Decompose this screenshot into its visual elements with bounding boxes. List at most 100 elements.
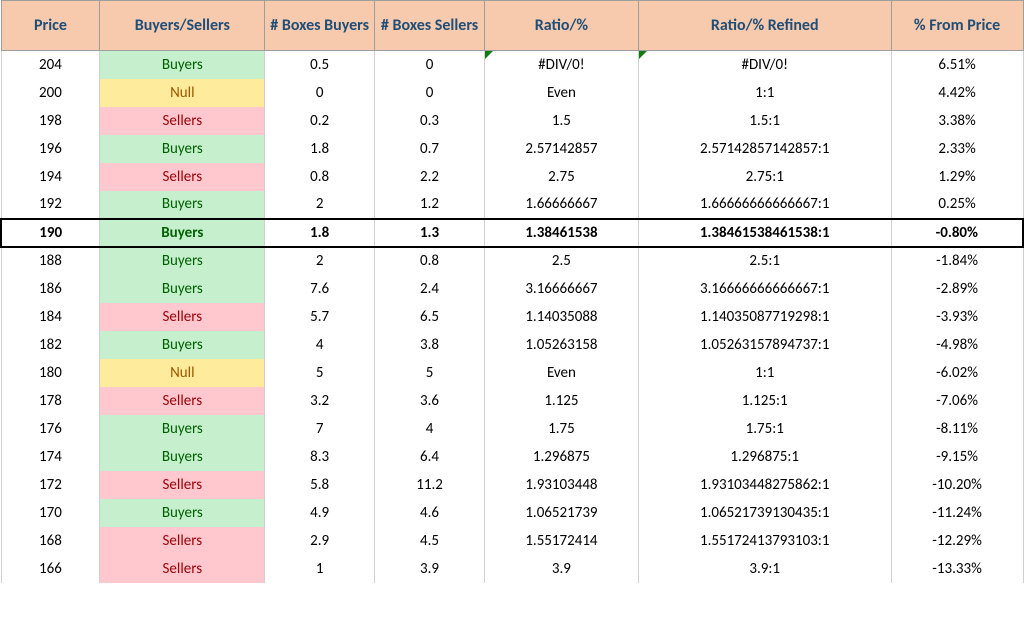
header-buyers-sellers[interactable]: Buyers/Sellers: [100, 1, 265, 51]
cell-buyers-sellers[interactable]: Buyers: [100, 443, 265, 471]
cell-ratio-refined[interactable]: 1:1: [638, 79, 891, 107]
cell-pct-from-price[interactable]: -11.24%: [891, 499, 1023, 527]
cell-boxes-buyers[interactable]: 0: [265, 79, 375, 107]
cell-boxes-buyers[interactable]: 0.8: [265, 163, 375, 191]
header-pct-from-price[interactable]: % From Price: [891, 1, 1023, 51]
cell-boxes-buyers[interactable]: 1.8: [265, 219, 375, 247]
cell-ratio-refined[interactable]: 2.5:1: [638, 247, 891, 275]
cell-pct-from-price[interactable]: 2.33%: [891, 135, 1023, 163]
cell-boxes-buyers[interactable]: 5.8: [265, 471, 375, 499]
cell-buyers-sellers[interactable]: Null: [100, 359, 265, 387]
cell-boxes-buyers[interactable]: 3.2: [265, 387, 375, 415]
cell-pct-from-price[interactable]: 4.42%: [891, 79, 1023, 107]
cell-pct-from-price[interactable]: -0.80%: [891, 219, 1023, 247]
cell-ratio[interactable]: 3.16666667: [485, 275, 639, 303]
cell-boxes-sellers[interactable]: 6.4: [375, 443, 485, 471]
cell-boxes-sellers[interactable]: 1.2: [375, 191, 485, 219]
cell-boxes-buyers[interactable]: 1.8: [265, 135, 375, 163]
cell-ratio[interactable]: 1.66666667: [485, 191, 639, 219]
header-ratio-refined[interactable]: Ratio/% Refined: [638, 1, 891, 51]
cell-boxes-sellers[interactable]: 3.6: [375, 387, 485, 415]
cell-buyers-sellers[interactable]: Buyers: [100, 135, 265, 163]
cell-ratio[interactable]: 2.75: [485, 163, 639, 191]
cell-ratio-refined[interactable]: 1.06521739130435:1: [638, 499, 891, 527]
cell-boxes-buyers[interactable]: 5: [265, 359, 375, 387]
cell-price[interactable]: 192: [1, 191, 100, 219]
cell-buyers-sellers[interactable]: Null: [100, 79, 265, 107]
cell-ratio-refined[interactable]: 1:1: [638, 359, 891, 387]
cell-boxes-sellers[interactable]: 1.3: [375, 219, 485, 247]
cell-buyers-sellers[interactable]: Buyers: [100, 247, 265, 275]
cell-ratio[interactable]: Even: [485, 79, 639, 107]
cell-buyers-sellers[interactable]: Sellers: [100, 527, 265, 555]
cell-boxes-sellers[interactable]: 4: [375, 415, 485, 443]
cell-boxes-sellers[interactable]: 0.3: [375, 107, 485, 135]
cell-ratio-refined[interactable]: 1.75:1: [638, 415, 891, 443]
cell-boxes-sellers[interactable]: 0: [375, 79, 485, 107]
cell-price[interactable]: 180: [1, 359, 100, 387]
cell-ratio-refined[interactable]: #DIV/0!: [638, 51, 891, 79]
cell-price[interactable]: 190: [1, 219, 100, 247]
cell-boxes-sellers[interactable]: 2.4: [375, 275, 485, 303]
cell-ratio[interactable]: 1.125: [485, 387, 639, 415]
cell-boxes-buyers[interactable]: 2.9: [265, 527, 375, 555]
cell-buyers-sellers[interactable]: Buyers: [100, 219, 265, 247]
cell-pct-from-price[interactable]: -2.89%: [891, 275, 1023, 303]
cell-boxes-sellers[interactable]: 0.8: [375, 247, 485, 275]
cell-pct-from-price[interactable]: 1.29%: [891, 163, 1023, 191]
cell-boxes-sellers[interactable]: 2.2: [375, 163, 485, 191]
cell-price[interactable]: 186: [1, 275, 100, 303]
cell-price[interactable]: 176: [1, 415, 100, 443]
header-boxes-sellers[interactable]: # Boxes Sellers: [375, 1, 485, 51]
cell-boxes-sellers[interactable]: 5: [375, 359, 485, 387]
cell-boxes-sellers[interactable]: 0: [375, 51, 485, 79]
cell-ratio-refined[interactable]: 1.296875:1: [638, 443, 891, 471]
cell-ratio[interactable]: 1.06521739: [485, 499, 639, 527]
cell-pct-from-price[interactable]: -3.93%: [891, 303, 1023, 331]
cell-buyers-sellers[interactable]: Buyers: [100, 415, 265, 443]
cell-pct-from-price[interactable]: -8.11%: [891, 415, 1023, 443]
cell-price[interactable]: 200: [1, 79, 100, 107]
header-price[interactable]: Price: [1, 1, 100, 51]
cell-ratio-refined[interactable]: 1.66666666666667:1: [638, 191, 891, 219]
cell-ratio[interactable]: 3.9: [485, 555, 639, 583]
cell-boxes-buyers[interactable]: 7: [265, 415, 375, 443]
cell-buyers-sellers[interactable]: Buyers: [100, 499, 265, 527]
cell-boxes-sellers[interactable]: 6.5: [375, 303, 485, 331]
cell-ratio-refined[interactable]: 1.5:1: [638, 107, 891, 135]
cell-ratio-refined[interactable]: 2.57142857142857:1: [638, 135, 891, 163]
cell-boxes-buyers[interactable]: 2: [265, 191, 375, 219]
cell-boxes-sellers[interactable]: 0.7: [375, 135, 485, 163]
header-ratio[interactable]: Ratio/%: [485, 1, 639, 51]
cell-buyers-sellers[interactable]: Sellers: [100, 163, 265, 191]
cell-ratio-refined[interactable]: 1.05263157894737:1: [638, 331, 891, 359]
cell-buyers-sellers[interactable]: Buyers: [100, 275, 265, 303]
cell-ratio[interactable]: 1.5: [485, 107, 639, 135]
cell-ratio[interactable]: 1.14035088: [485, 303, 639, 331]
cell-pct-from-price[interactable]: -1.84%: [891, 247, 1023, 275]
cell-ratio[interactable]: 2.57142857: [485, 135, 639, 163]
cell-pct-from-price[interactable]: -12.29%: [891, 527, 1023, 555]
cell-ratio[interactable]: 1.296875: [485, 443, 639, 471]
cell-pct-from-price[interactable]: -6.02%: [891, 359, 1023, 387]
cell-buyers-sellers[interactable]: Sellers: [100, 387, 265, 415]
cell-ratio[interactable]: 1.75: [485, 415, 639, 443]
cell-boxes-buyers[interactable]: 1: [265, 555, 375, 583]
cell-boxes-sellers[interactable]: 11.2: [375, 471, 485, 499]
cell-buyers-sellers[interactable]: Sellers: [100, 555, 265, 583]
cell-ratio-refined[interactable]: 3.16666666666667:1: [638, 275, 891, 303]
cell-ratio-refined[interactable]: 1.38461538461538:1: [638, 219, 891, 247]
cell-boxes-buyers[interactable]: 7.6: [265, 275, 375, 303]
cell-ratio[interactable]: Even: [485, 359, 639, 387]
cell-ratio-refined[interactable]: 1.55172413793103:1: [638, 527, 891, 555]
cell-ratio-refined[interactable]: 1.93103448275862:1: [638, 471, 891, 499]
cell-price[interactable]: 166: [1, 555, 100, 583]
cell-ratio[interactable]: 1.93103448: [485, 471, 639, 499]
cell-boxes-buyers[interactable]: 4.9: [265, 499, 375, 527]
header-boxes-buyers[interactable]: # Boxes Buyers: [265, 1, 375, 51]
cell-pct-from-price[interactable]: -7.06%: [891, 387, 1023, 415]
cell-price[interactable]: 168: [1, 527, 100, 555]
cell-price[interactable]: 196: [1, 135, 100, 163]
cell-price[interactable]: 172: [1, 471, 100, 499]
cell-ratio[interactable]: 1.55172414: [485, 527, 639, 555]
